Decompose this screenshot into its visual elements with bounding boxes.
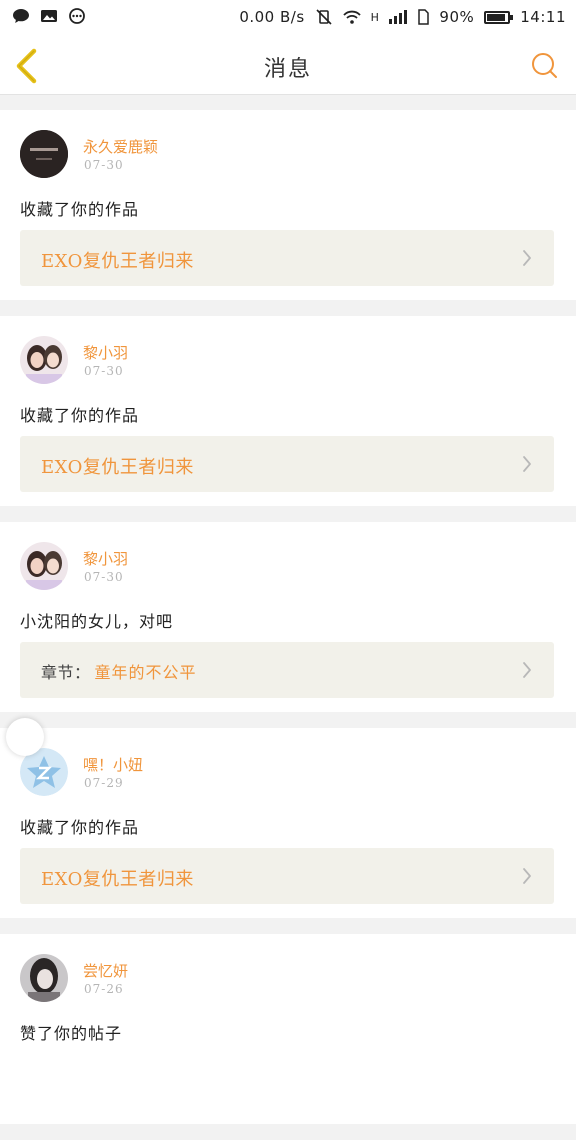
network-type-text: H <box>370 10 380 24</box>
message-date: 07-29 <box>84 776 124 790</box>
chevron-right-icon <box>523 250 531 266</box>
work-title: EXO复仇王者归来 <box>41 251 194 272</box>
floating-assistive-button[interactable] <box>6 718 44 756</box>
page-title: 消息 <box>263 57 312 82</box>
chapter-reference-link[interactable]: 章节： 童年的不公平 <box>20 642 554 698</box>
message-text: 收藏了你的作品 <box>20 406 140 425</box>
dark-avatar-image <box>20 130 68 178</box>
message-card[interactable]: 尝忆妍 07-26 赞了你的帖子 <box>0 934 576 1124</box>
chapter-prefix: 章节： <box>41 663 91 682</box>
message-date: 07-30 <box>84 570 124 584</box>
work-title: EXO复仇王者归来 <box>41 457 194 478</box>
chapter-reference: 章节： 童年的不公平 <box>41 659 197 683</box>
message-text: 收藏了你的作品 <box>20 818 140 837</box>
work-reference-link[interactable]: EXO复仇王者归来 <box>20 230 554 286</box>
chevron-right-icon <box>523 662 531 678</box>
message-list: 永久爱鹿颖 07-30 收藏了你的作品 EXO复仇王者归来 黎小羽 07-30 … <box>0 110 576 1140</box>
wifi-icon <box>342 10 361 24</box>
chapter-title: 童年的不公平 <box>94 663 197 682</box>
battery-percent-text: 90% <box>439 8 475 26</box>
chevron-right-icon <box>523 868 531 884</box>
status-right: 0.00 B/s H 90% 14:11 <box>239 8 566 26</box>
avatar[interactable] <box>20 542 68 590</box>
couple-avatar-image <box>20 542 68 590</box>
work-reference-link[interactable]: EXO复仇王者归来 <box>20 436 554 492</box>
message-date: 07-26 <box>84 982 124 996</box>
avatar[interactable] <box>20 130 68 178</box>
work-title: EXO复仇王者归来 <box>41 869 194 890</box>
work-reference-link[interactable]: EXO复仇王者归来 <box>20 848 554 904</box>
message-card[interactable]: 黎小羽 07-30 小沈阳的女儿，对吧 章节： 童年的不公平 <box>0 522 576 712</box>
message-card[interactable]: 永久爱鹿颖 07-30 收藏了你的作品 EXO复仇王者归来 <box>0 110 576 300</box>
nav-bar: 消息 <box>0 36 576 95</box>
couple-avatar-image <box>20 336 68 384</box>
user-name[interactable]: 尝忆妍 <box>83 960 128 981</box>
battery-icon <box>484 10 514 24</box>
message-card[interactable]: 黎小羽 07-30 收藏了你的作品 EXO复仇王者归来 <box>0 316 576 506</box>
message-date: 07-30 <box>84 364 124 378</box>
user-name[interactable]: 黎小羽 <box>83 548 128 569</box>
chevron-right-icon <box>523 456 531 472</box>
clock-text: 14:11 <box>520 8 566 26</box>
status-bar: 0.00 B/s H 90% 14:11 <box>0 0 576 36</box>
user-name[interactable]: 永久爱鹿颖 <box>83 136 158 157</box>
search-icon[interactable] <box>530 51 558 79</box>
message-card[interactable]: 嘿！小妞 07-29 收藏了你的作品 EXO复仇王者归来 <box>0 728 576 918</box>
girl-avatar-image <box>20 954 68 1002</box>
user-name[interactable]: 嘿！小妞 <box>83 754 143 775</box>
message-text: 收藏了你的作品 <box>20 200 140 219</box>
avatar[interactable] <box>20 336 68 384</box>
status-left-icons <box>12 8 86 24</box>
message-date: 07-30 <box>84 158 124 172</box>
sim-icon <box>418 9 430 25</box>
chat-bubble-icon <box>13 9 29 23</box>
avatar[interactable] <box>20 954 68 1002</box>
net-speed-text: 0.00 B/s <box>239 8 305 26</box>
vibrate-mute-icon <box>316 9 332 25</box>
signal-icon <box>389 10 408 24</box>
more-circle-icon <box>69 8 85 24</box>
image-icon <box>41 10 57 22</box>
user-name[interactable]: 黎小羽 <box>83 342 128 363</box>
battery-fill <box>487 13 506 21</box>
message-text: 小沈阳的女儿，对吧 <box>20 612 174 631</box>
